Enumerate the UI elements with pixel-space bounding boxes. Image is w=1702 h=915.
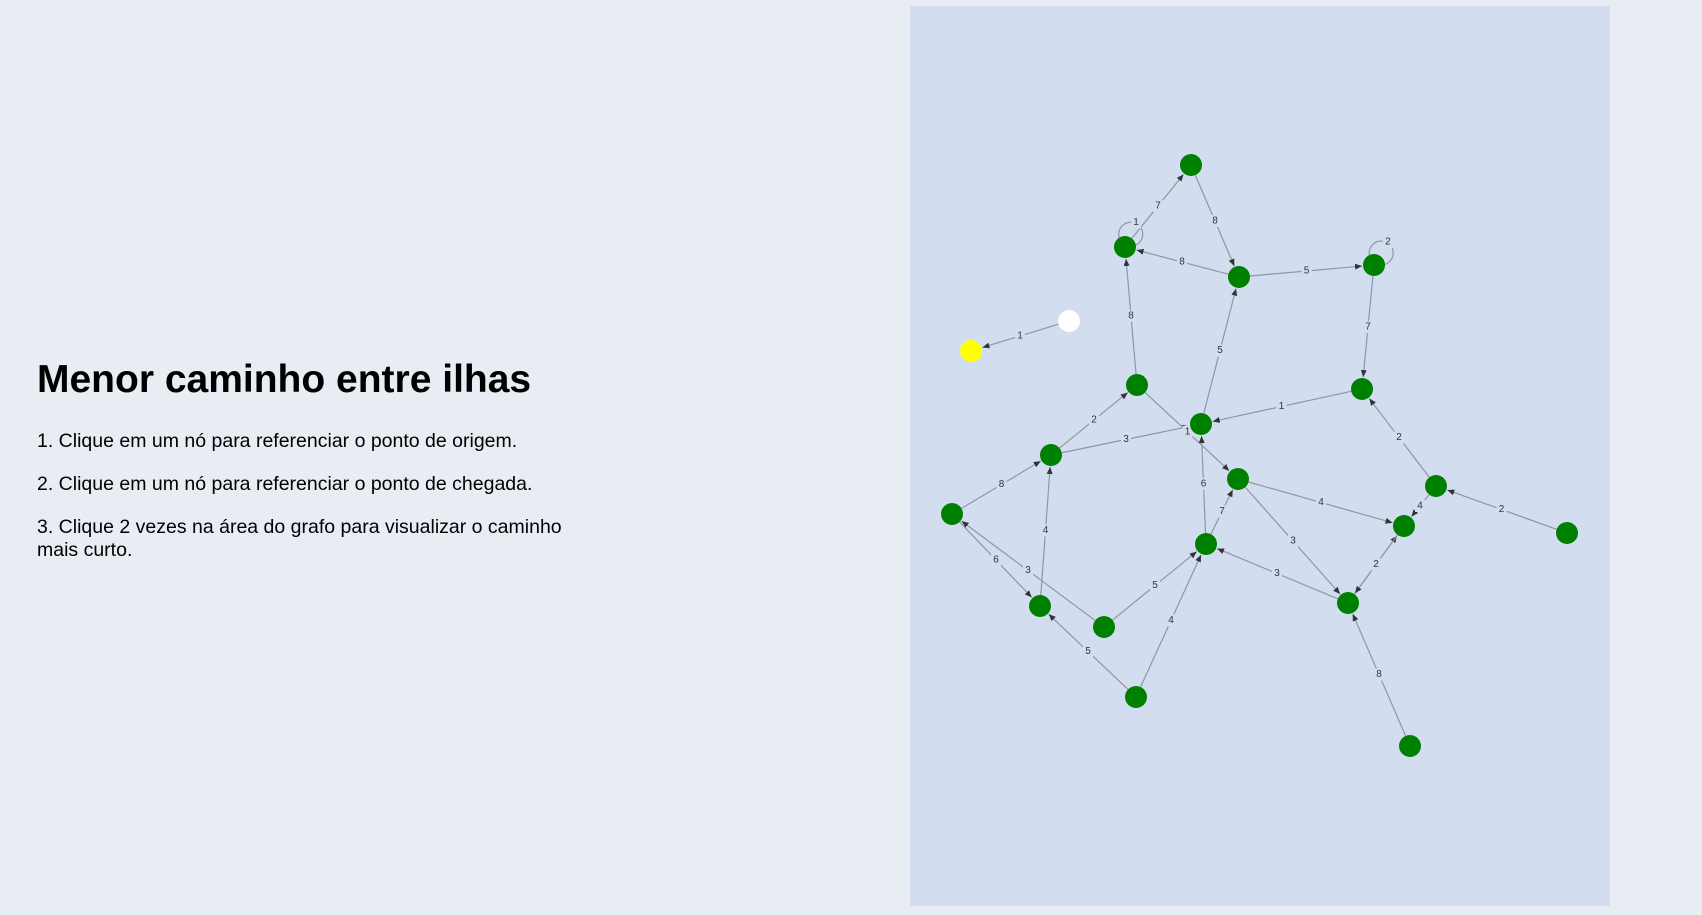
instruction-step-3: 3. Clique 2 vezes na área do grafo para … <box>37 516 562 561</box>
edge-weight-label: 2 <box>1373 559 1379 570</box>
instructions-panel: Menor caminho entre ilhas 1. Clique em u… <box>37 354 597 582</box>
edge-weight-label: 3 <box>1290 536 1296 547</box>
graph-edge: 2 <box>1354 534 1399 594</box>
graph-node-origin[interactable] <box>960 340 982 362</box>
graph-node[interactable] <box>1351 378 1373 400</box>
edge-weight-label: 6 <box>993 555 999 566</box>
graph-node[interactable] <box>1190 413 1212 435</box>
graph-node[interactable] <box>1126 374 1148 396</box>
graph-node[interactable] <box>1399 735 1421 757</box>
edge-weight-label: 5 <box>1217 345 1223 356</box>
graph-edge: 7 <box>1131 173 1184 239</box>
graph-edge: 1 <box>1144 392 1230 472</box>
graph-svg[interactable]: 78185218571231248428634545673328 <box>910 6 1610 906</box>
graph-edge: 7 <box>1360 275 1374 378</box>
graph-edge: 4 <box>1411 494 1430 518</box>
edge-weight-label: 4 <box>1043 525 1049 536</box>
page: Menor caminho entre ilhas 1. Clique em u… <box>0 0 1702 915</box>
instruction-step-2: 2. Clique em um nó para referenciar o po… <box>37 473 533 495</box>
edge-weight-label: 7 <box>1219 506 1225 517</box>
edge-weight-label: 8 <box>1212 216 1218 227</box>
graph-node[interactable] <box>941 503 963 525</box>
graph-node[interactable] <box>1040 444 1062 466</box>
edge-weight-label: 1 <box>1185 427 1191 438</box>
graph-node-destination[interactable] <box>1058 310 1080 332</box>
graph-node[interactable] <box>1125 686 1147 708</box>
graph-node[interactable] <box>1180 154 1202 176</box>
edge-weight-label: 4 <box>1318 497 1324 508</box>
edge-weight-label: 5 <box>1152 580 1158 591</box>
graph-edge: 2 <box>1447 489 1557 530</box>
graph-node[interactable] <box>1227 468 1249 490</box>
graph-edge: 5 <box>1112 551 1198 621</box>
edge-weight-label: 2 <box>1499 504 1505 515</box>
graph-node[interactable] <box>1114 236 1136 258</box>
graph-node[interactable] <box>1228 266 1250 288</box>
instruction-step-1: 1. Clique em um nó para referenciar o po… <box>37 430 518 452</box>
edge-weight-label: 7 <box>1365 322 1371 333</box>
edge-weight-label: 5 <box>1304 266 1310 277</box>
edge-weight-label: 8 <box>1128 311 1134 322</box>
graph-node[interactable] <box>1393 515 1415 537</box>
graph-edge: 8 <box>1123 258 1137 375</box>
edge-weight-label: 3 <box>1123 434 1129 445</box>
graph-edge: 2 <box>1368 398 1430 478</box>
graph-edge: 4 <box>1140 554 1202 688</box>
graph-edge: 8 <box>1194 174 1235 267</box>
graph-edge: 2 <box>1059 392 1129 449</box>
edge-weight-label: 2 <box>1385 236 1391 247</box>
edge-weight-label: 8 <box>1376 669 1382 680</box>
graph-node[interactable] <box>1195 533 1217 555</box>
edge-weight-label: 5 <box>1085 646 1091 657</box>
graph-canvas[interactable]: 78185218571231248428634545673328 <box>910 6 1610 906</box>
graph-edge: 4 <box>1248 481 1393 524</box>
graph-edge: 8 <box>961 460 1041 509</box>
graph-node[interactable] <box>1363 254 1385 276</box>
graph-edge: 1 <box>1212 390 1352 423</box>
edge-weight-label: 8 <box>1179 257 1185 268</box>
edge-weight-label: 4 <box>1417 501 1423 512</box>
edge-weight-label: 2 <box>1396 432 1402 443</box>
nodes-layer <box>941 154 1578 757</box>
edge-weight-label: 1 <box>1133 217 1139 228</box>
graph-node[interactable] <box>1337 592 1359 614</box>
edge-weight-label: 2 <box>1091 415 1097 426</box>
edge-weight-label: 3 <box>1274 568 1280 579</box>
graph-node[interactable] <box>1093 616 1115 638</box>
graph-node[interactable] <box>1556 522 1578 544</box>
edge-weight-label: 1 <box>1017 331 1023 342</box>
graph-edge: 5 <box>1048 613 1129 690</box>
graph-node[interactable] <box>1029 595 1051 617</box>
edge-weight-label: 3 <box>1025 565 1031 576</box>
graph-edge: 6 <box>959 521 1033 598</box>
edge-weight-label: 4 <box>1168 615 1174 626</box>
graph-edge: 8 <box>1352 613 1407 737</box>
graph-edge: 4 <box>1040 466 1053 596</box>
graph-node[interactable] <box>1425 475 1447 497</box>
graph-edge: 5 <box>1249 263 1363 277</box>
graph-edge: 1 <box>982 323 1059 349</box>
graph-edge: 8 <box>1136 248 1229 275</box>
graph-edge: 7 <box>1210 489 1234 535</box>
graph-edge: 3 <box>961 520 1096 621</box>
page-title: Menor caminho entre ilhas <box>37 358 532 401</box>
graph-edge: 5 <box>1203 288 1238 414</box>
edge-weight-label: 8 <box>999 479 1005 490</box>
edge-weight-label: 1 <box>1279 401 1285 412</box>
instructions-list: 1. Clique em um nó para referenciar o po… <box>37 430 597 562</box>
edge-weight-label: 6 <box>1201 479 1207 490</box>
edge-weight-label: 7 <box>1155 201 1161 212</box>
graph-edge: 3 <box>1216 548 1339 600</box>
